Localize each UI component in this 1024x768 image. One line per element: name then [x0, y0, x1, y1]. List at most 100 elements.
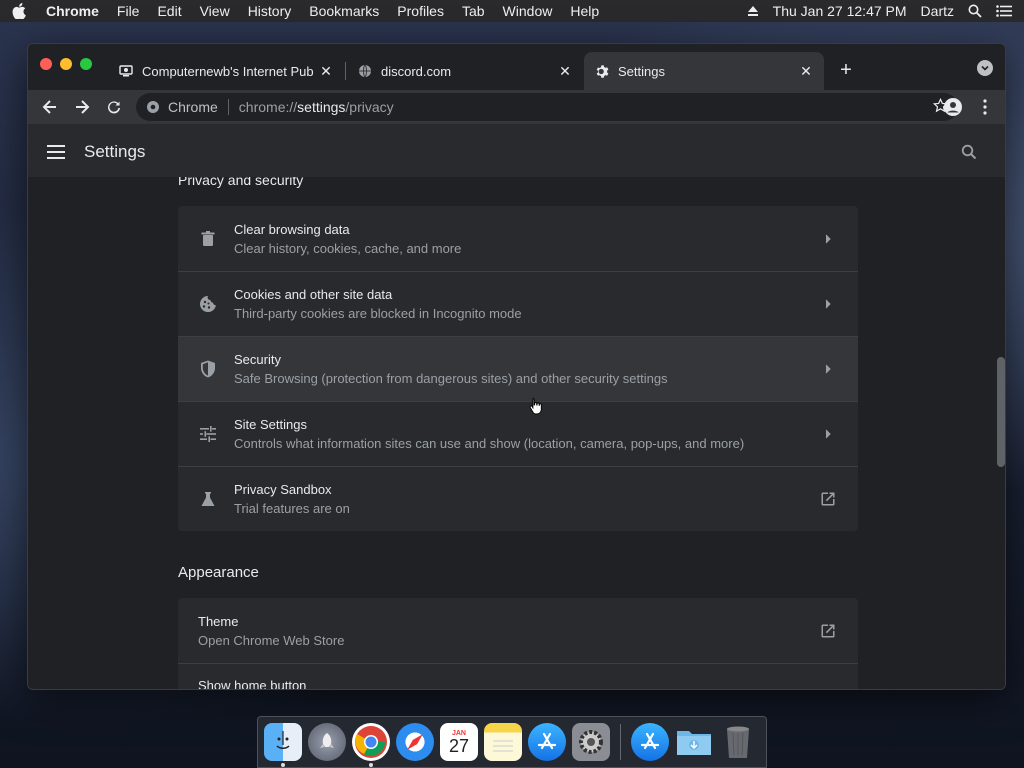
menu-tab[interactable]: Tab [462, 3, 485, 19]
profile-button[interactable] [939, 93, 967, 121]
minimize-window-button[interactable] [60, 58, 72, 70]
external-link-icon[interactable] [818, 621, 838, 641]
chrome-site-icon [147, 101, 159, 113]
close-tab-icon[interactable]: ✕ [318, 63, 334, 79]
external-link-icon[interactable] [818, 489, 838, 509]
tab-discord[interactable]: discord.com ✕ [347, 52, 583, 90]
row-show-home-button[interactable]: Show home button [178, 663, 858, 690]
tab-title: discord.com [381, 63, 452, 79]
flask-icon [198, 489, 218, 509]
chevron-right-icon [818, 294, 838, 314]
menu-file[interactable]: File [117, 3, 140, 19]
zoom-window-button[interactable] [80, 58, 92, 70]
settings-content: Privacy and security Clear browsing data… [28, 177, 1005, 690]
tab-separator [345, 62, 346, 80]
omnibox-divider [227, 99, 229, 115]
running-indicator [281, 763, 285, 767]
trash-icon[interactable] [719, 723, 757, 761]
origin-chip: Chrome [168, 99, 218, 115]
menu-bar: Chrome File Edit View History Bookmarks … [0, 0, 1024, 22]
browser-toolbar: Chrome chrome://settings/privacy [28, 90, 1005, 124]
page-title: Settings [84, 141, 146, 161]
row-site-settings[interactable]: Site Settings Controls what information … [178, 401, 858, 466]
reload-button[interactable] [100, 93, 128, 121]
system-preferences-icon[interactable] [572, 723, 610, 761]
back-button[interactable] [36, 93, 64, 121]
app-store-icon[interactable] [528, 723, 566, 761]
settings-search-icon[interactable] [957, 140, 981, 164]
reload-icon [108, 101, 120, 114]
tab-settings[interactable]: Settings ✕ [584, 52, 824, 90]
downloads-folder-icon[interactable] [675, 723, 713, 761]
scrollbar-thumb[interactable] [997, 357, 1005, 467]
tab-computernewb[interactable]: Computernewb's Internet Pub ✕ [108, 52, 344, 90]
menu-view[interactable]: View [200, 3, 230, 19]
menubar-user[interactable]: Dartz [921, 3, 954, 19]
shield-icon [198, 359, 218, 379]
row-primary-text: Show home button [198, 678, 307, 690]
tune-icon [198, 424, 218, 444]
row-theme[interactable]: Theme Open Chrome Web Store [178, 598, 858, 663]
trash-icon [198, 229, 218, 249]
close-tab-icon[interactable]: ✕ [557, 63, 573, 79]
forward-button[interactable] [68, 93, 96, 121]
row-security[interactable]: Security Safe Browsing (protection from … [178, 336, 858, 401]
row-primary-text: Privacy Sandbox [234, 482, 332, 497]
hamburger-menu-icon[interactable] [44, 140, 68, 164]
arrow-right-icon [76, 100, 90, 114]
close-window-button[interactable] [40, 58, 52, 70]
finder-icon[interactable] [264, 723, 302, 767]
menu-help[interactable]: Help [570, 3, 599, 19]
window-controls [40, 58, 92, 70]
cookie-icon [198, 294, 218, 314]
menu-window[interactable]: Window [503, 3, 553, 19]
menu-history[interactable]: History [248, 3, 292, 19]
privacy-section-title: Privacy and security [178, 177, 304, 188]
browser-window: Computernewb's Internet Pub ✕ discord.co… [27, 43, 1006, 690]
app-store-icon[interactable] [631, 723, 669, 761]
menu-profiles[interactable]: Profiles [397, 3, 444, 19]
spotlight-search-icon[interactable] [968, 4, 982, 18]
row-secondary-text: Clear history, cookies, cache, and more [234, 240, 462, 256]
row-primary-text: Theme [198, 613, 239, 629]
apple-menu-icon[interactable] [12, 3, 26, 19]
appearance-section-title: Appearance [178, 564, 259, 581]
privacy-card: Clear browsing data Clear history, cooki… [178, 206, 858, 531]
safari-icon[interactable] [396, 723, 434, 761]
row-secondary-text: Controls what information sites can use … [234, 436, 745, 451]
dock-separator [620, 724, 621, 760]
row-privacy-sandbox[interactable]: Privacy Sandbox Trial features are on [178, 466, 858, 531]
eject-icon[interactable] [747, 5, 759, 17]
new-tab-button[interactable]: + [834, 58, 858, 82]
notes-icon[interactable] [484, 723, 522, 761]
gear-icon [594, 63, 610, 79]
row-primary-text: Clear browsing data [234, 221, 350, 237]
tab-strip: Computernewb's Internet Pub ✕ discord.co… [28, 44, 1005, 90]
launchpad-icon[interactable] [308, 723, 346, 761]
row-clear-browsing-data[interactable]: Clear browsing data Clear history, cooki… [178, 206, 858, 271]
row-secondary-text: Third-party cookies are blocked in Incog… [234, 306, 522, 321]
row-cookies[interactable]: Cookies and other site data Third-party … [178, 271, 858, 336]
appearance-card: Theme Open Chrome Web Store Show home bu… [178, 598, 858, 690]
calendar-icon[interactable]: JAN 27 [440, 723, 478, 761]
close-tab-icon[interactable]: ✕ [798, 63, 814, 79]
chrome-menu-button[interactable] [971, 93, 999, 121]
tab-title: Settings [618, 63, 665, 79]
profile-icon [944, 98, 962, 116]
menu-app-chrome[interactable]: Chrome [46, 3, 99, 19]
arrow-left-icon [42, 100, 56, 114]
menu-bookmarks[interactable]: Bookmarks [309, 3, 379, 19]
menu-edit[interactable]: Edit [157, 3, 181, 19]
row-secondary-text: Trial features are on [234, 501, 350, 516]
chrome-icon[interactable] [352, 723, 390, 767]
menubar-clock[interactable]: Thu Jan 27 12:47 PM [773, 3, 907, 19]
row-primary-text: Cookies and other site data [234, 287, 393, 302]
row-primary-text: Site Settings [234, 417, 307, 432]
tab-search-icon[interactable] [977, 60, 993, 76]
chevron-right-icon [818, 359, 838, 379]
notification-center-icon[interactable] [996, 5, 1012, 17]
tab-title: Computernewb's Internet Pub [142, 63, 314, 79]
address-bar[interactable]: Chrome chrome://settings/privacy [136, 93, 958, 121]
url-path: /privacy [345, 99, 394, 115]
url-host: settings [297, 99, 346, 115]
